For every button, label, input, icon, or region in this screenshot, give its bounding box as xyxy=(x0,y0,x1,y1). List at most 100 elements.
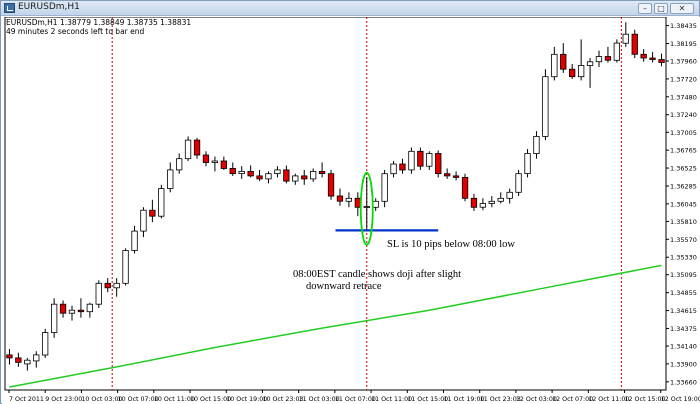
y-axis-label: 1.35095 xyxy=(670,271,697,279)
x-axis-label: 12 Oct 15:00 xyxy=(625,396,666,403)
x-axis-label: 11 Oct 19:00 xyxy=(443,396,484,403)
bullish-candle xyxy=(309,170,317,180)
bearish-candle xyxy=(220,160,228,169)
y-axis-label: 1.37005 xyxy=(670,129,697,137)
bullish-candle xyxy=(390,163,397,175)
bearish-candle xyxy=(417,150,424,167)
title-bar[interactable]: EURUSDm,H1 – □ ✕ xyxy=(1,1,699,16)
bearish-candle xyxy=(452,175,460,178)
x-axis-label: 10 Oct 07:00 xyxy=(118,396,159,403)
x-axis-label: 11 Oct 11:00 xyxy=(371,396,412,403)
bearish-candle xyxy=(149,209,156,217)
bullish-candle xyxy=(158,188,165,217)
x-axis-label: 11 Oct 07:00 xyxy=(335,396,376,403)
bullish-candle xyxy=(515,173,522,193)
bullish-candle xyxy=(408,150,415,171)
bearish-candle xyxy=(435,153,442,175)
y-axis-label: 1.37720 xyxy=(670,75,697,83)
bearish-candle xyxy=(283,169,290,182)
window-title: EURUSDm,H1 xyxy=(18,2,80,12)
y-axis-label: 1.34140 xyxy=(670,342,697,350)
bullish-candle xyxy=(595,56,603,63)
x-axis-label: 10 Oct 03:00 xyxy=(81,396,122,403)
bullish-candle xyxy=(95,282,102,305)
bearish-candle xyxy=(560,53,567,70)
bearish-candle xyxy=(461,176,469,199)
bearish-candle xyxy=(247,170,254,177)
bearish-candle xyxy=(640,53,647,59)
bullish-candle xyxy=(506,191,513,199)
bearish-candle xyxy=(6,354,13,359)
bearish-candle xyxy=(470,197,478,208)
x-axis-label: 10 Oct 15:00 xyxy=(190,396,231,403)
bearish-candle xyxy=(649,57,656,60)
bearish-candle xyxy=(658,59,665,63)
doji-annotation-line2: downward retrace xyxy=(306,281,382,292)
bullish-candle xyxy=(265,173,272,180)
y-axis-label: 1.37240 xyxy=(670,111,697,119)
y-axis-label: 1.37960 xyxy=(670,58,697,66)
bearish-candle xyxy=(229,167,236,174)
bullish-candle xyxy=(122,250,129,284)
close-button[interactable]: ✕ xyxy=(670,3,694,14)
bearish-candle xyxy=(569,68,576,78)
bullish-candle xyxy=(68,309,76,314)
x-axis-label: 10 Oct 19:00 xyxy=(226,396,267,403)
bullish-candle xyxy=(542,76,549,137)
bearish-candle xyxy=(631,33,638,55)
bullish-candle xyxy=(372,200,379,208)
y-axis-label: 1.35810 xyxy=(670,218,697,226)
chart-window: EURUSDm,H1 – □ ✕ 1.38435 1.38195 1.37960 1.… xyxy=(0,0,700,404)
bullish-candle xyxy=(238,170,245,174)
bullish-candle xyxy=(479,203,487,208)
bullish-candle xyxy=(274,169,281,174)
x-axis-label: 10 Oct 11:00 xyxy=(154,396,195,403)
chart-ohlc-info: EURUSDm,H1 1.38779 1.38849 1.38735 1.388… xyxy=(6,18,192,27)
y-axis-label: 1.36285 xyxy=(670,182,697,190)
x-axis-label: 12 Oct 03:00 xyxy=(516,396,557,403)
bullish-candle xyxy=(363,206,370,208)
bullish-candle xyxy=(524,153,531,175)
chart-window-icon xyxy=(4,3,15,13)
candlestick-chart[interactable]: 1.38435 1.38195 1.37960 1.37720 1.37480 1.372… xyxy=(2,17,700,404)
y-axis-label: 1.36045 xyxy=(670,200,697,208)
y-axis-label: 1.37480 xyxy=(670,93,697,101)
bullish-candle xyxy=(381,173,388,202)
y-axis-label: 1.38435 xyxy=(670,22,697,30)
x-axis-label: 12 Oct 19:00 xyxy=(661,396,700,403)
sl-annotation: SL is 10 pips below 08:00 low xyxy=(387,239,515,250)
y-axis-label: 1.34615 xyxy=(670,307,697,315)
y-axis-label: 1.36525 xyxy=(670,165,697,173)
bullish-candle xyxy=(622,33,629,44)
bullish-candle xyxy=(24,359,31,365)
bullish-candle xyxy=(184,139,192,160)
minimize-button[interactable]: – xyxy=(638,3,652,14)
bar-countdown-info: 49 minutes 2 seconds left to bar end xyxy=(6,27,145,36)
bullish-candle xyxy=(551,53,558,78)
bearish-candle xyxy=(327,173,335,197)
y-axis-label: 1.34375 xyxy=(670,325,697,333)
y-axis-label: 1.34855 xyxy=(670,289,697,297)
price-chart-area[interactable]: 1.38435 1.38195 1.37960 1.37720 1.37480 1.372… xyxy=(2,17,700,404)
bullish-candle xyxy=(497,197,504,202)
bullish-candle xyxy=(42,332,49,356)
y-axis-label: 1.33900 xyxy=(670,360,697,368)
bearish-candle xyxy=(399,163,406,171)
bearish-candle xyxy=(202,154,210,163)
bullish-candle xyxy=(211,160,219,163)
y-axis-label: 1.33660 xyxy=(670,378,697,386)
bearish-candle xyxy=(604,56,612,61)
bullish-candle xyxy=(33,354,40,362)
bearish-candle xyxy=(193,139,201,156)
bearish-candle xyxy=(318,170,326,174)
bearish-candle xyxy=(443,173,451,177)
y-axis-label: 1.38195 xyxy=(670,40,697,48)
y-axis-label: 1.36765 xyxy=(670,147,697,155)
bullish-candle xyxy=(345,197,353,202)
bullish-candle xyxy=(167,169,174,189)
maximize-button[interactable]: □ xyxy=(654,3,668,14)
bearish-candle xyxy=(104,282,111,289)
bullish-candle xyxy=(533,136,540,155)
bearish-candle xyxy=(301,175,308,180)
bullish-candle xyxy=(613,42,620,61)
